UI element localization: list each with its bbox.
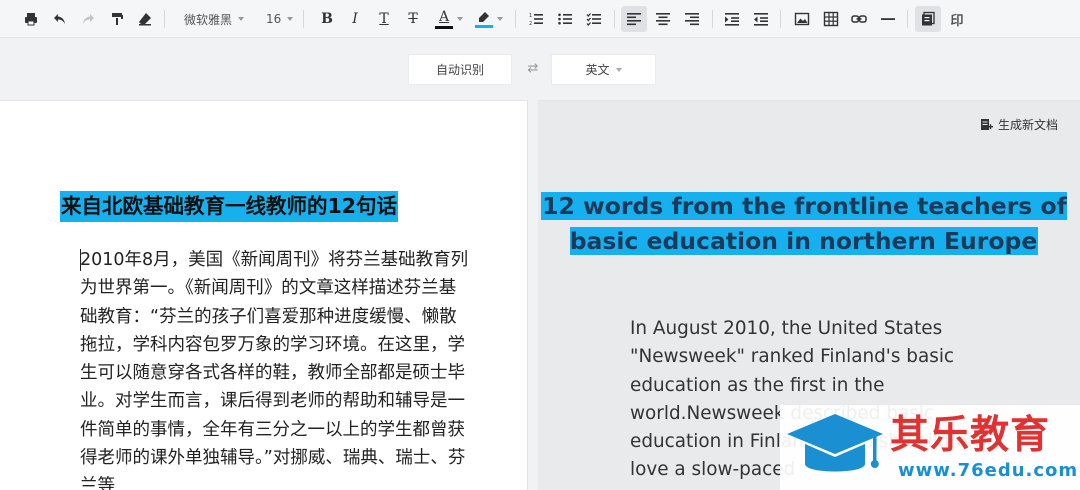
checklist-icon[interactable] bbox=[581, 6, 607, 32]
redo-icon[interactable] bbox=[75, 6, 101, 32]
new-document-icon bbox=[980, 119, 993, 130]
highlighter-icon bbox=[479, 11, 489, 22]
toolbar-divider bbox=[780, 10, 781, 28]
chevron-down-icon bbox=[497, 17, 503, 21]
strikethrough-button[interactable]: T bbox=[400, 6, 426, 32]
highlight-color-swatch bbox=[475, 24, 493, 28]
chevron-down-icon bbox=[287, 17, 294, 21]
toolbar-divider bbox=[303, 10, 304, 28]
watermark-url: www.76edu.com bbox=[898, 460, 1079, 481]
source-body[interactable]: 2010年8月，美国《新闻周刊》将芬兰基础教育列为世界第一。《新闻周刊》的文章这… bbox=[80, 246, 470, 490]
source-language-value: 自动识别 bbox=[435, 63, 484, 77]
source-title: 来自北欧基础教育一线教师的12句话 bbox=[60, 191, 399, 222]
watermark-brand-name: 其乐教育 bbox=[890, 413, 1051, 458]
align-left-icon[interactable] bbox=[621, 6, 647, 32]
svg-text:2: 2 bbox=[529, 21, 532, 27]
toolbar-divider bbox=[907, 10, 908, 28]
chevron-down-icon bbox=[615, 67, 622, 72]
target-language-value: 英文 bbox=[585, 63, 610, 77]
print-icon[interactable] bbox=[18, 6, 44, 32]
toolbar-divider bbox=[614, 10, 615, 28]
ordered-list-icon[interactable]: 12 bbox=[523, 6, 549, 32]
font-color-swatch bbox=[435, 25, 453, 29]
italic-button[interactable]: I bbox=[342, 6, 368, 32]
source-language-select[interactable]: 自动识别 bbox=[408, 54, 512, 85]
print-mode-button[interactable]: 印 bbox=[944, 6, 970, 32]
toolbar-divider bbox=[712, 10, 713, 28]
toolbar-divider bbox=[164, 10, 165, 28]
format-painter-icon[interactable] bbox=[104, 6, 130, 32]
bold-button[interactable]: B bbox=[314, 6, 340, 32]
align-center-icon[interactable] bbox=[650, 6, 676, 32]
indent-decrease-icon[interactable] bbox=[748, 6, 774, 32]
generate-new-doc-label: 生成新文档 bbox=[997, 118, 1058, 132]
underline-button[interactable]: T bbox=[371, 6, 397, 32]
align-right-icon[interactable] bbox=[679, 6, 705, 32]
chevron-down-icon bbox=[457, 17, 463, 21]
horizontal-rule-icon[interactable] bbox=[875, 6, 901, 32]
translated-title: 12 words from the frontline teachers of … bbox=[538, 189, 1070, 260]
translated-title-text: 12 words from the frontline teachers of … bbox=[541, 192, 1067, 256]
translate-mode-icon[interactable] bbox=[915, 6, 941, 32]
link-icon[interactable] bbox=[846, 6, 872, 32]
font-color-letter: A bbox=[438, 8, 450, 25]
generate-new-doc-button[interactable]: 生成新文档 bbox=[980, 116, 1058, 133]
swap-languages-icon[interactable]: ⇄ bbox=[525, 61, 541, 77]
eraser-icon[interactable] bbox=[132, 6, 158, 32]
undo-icon[interactable] bbox=[47, 6, 73, 32]
indent-increase-icon[interactable] bbox=[719, 6, 745, 32]
font-size-value: 16 bbox=[266, 12, 282, 26]
font-color-button[interactable]: A bbox=[432, 6, 466, 32]
graduation-cap-logo-icon bbox=[785, 412, 885, 488]
highlight-color-button[interactable] bbox=[472, 6, 506, 32]
source-document-pane[interactable]: 来自北欧基础教育一线教师的12句话 2010年8月，美国《新闻周刊》将芬兰基础教… bbox=[0, 100, 528, 490]
toolbar-divider bbox=[515, 10, 516, 28]
target-language-select[interactable]: 英文 bbox=[551, 54, 656, 85]
font-family-select[interactable]: 微软雅黑 bbox=[184, 6, 245, 32]
font-size-select[interactable]: 16 bbox=[266, 6, 294, 32]
editor-toolbar: 微软雅黑 16 B I T T A 12 印 bbox=[0, 0, 1080, 38]
font-family-value: 微软雅黑 bbox=[184, 12, 233, 27]
chevron-down-icon bbox=[238, 17, 245, 21]
image-icon[interactable] bbox=[789, 6, 815, 32]
svg-text:1: 1 bbox=[529, 13, 532, 19]
table-icon[interactable] bbox=[818, 6, 844, 32]
bullet-list-icon[interactable] bbox=[552, 6, 578, 32]
